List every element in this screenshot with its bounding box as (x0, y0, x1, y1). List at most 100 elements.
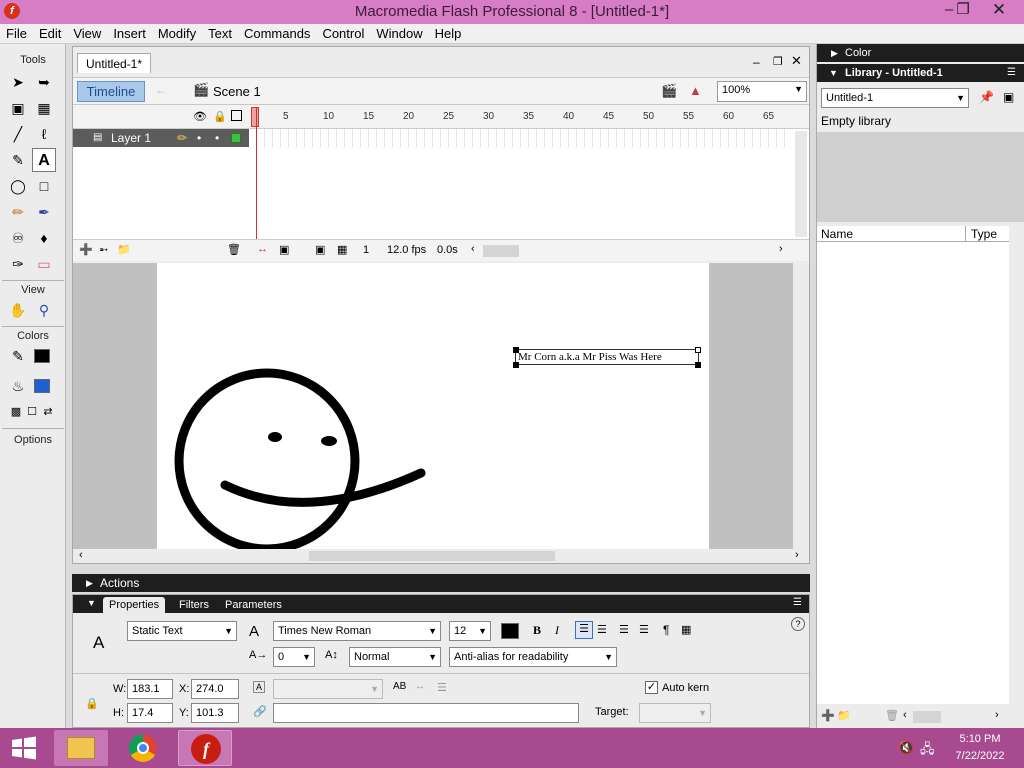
collapse-arrow-icon[interactable]: ▼ (87, 598, 96, 608)
new-library-icon[interactable]: ▣ (1003, 90, 1014, 104)
height-field[interactable]: 17.4 (127, 703, 173, 723)
free-transform-tool-icon[interactable]: ▣ (6, 96, 30, 120)
onion-skin-icon[interactable]: ▣ (279, 243, 289, 256)
url-link-field[interactable] (273, 703, 579, 723)
eraser-tool-icon[interactable]: ▭ (32, 252, 56, 276)
ink-bottle-tool-icon[interactable]: ♾ (6, 226, 30, 250)
eye-icon[interactable]: 👁 (193, 110, 207, 123)
doc-restore-icon[interactable]: ❐ (773, 55, 783, 68)
text-handle-br[interactable] (695, 362, 701, 368)
rectangle-tool-icon[interactable]: □ (32, 174, 56, 198)
align-left-button[interactable]: ☰ (575, 621, 593, 639)
menu-view[interactable]: View (67, 24, 107, 41)
smiley-drawing[interactable] (157, 263, 709, 549)
menu-window[interactable]: Window (370, 24, 428, 41)
lock-dot[interactable]: • (215, 129, 219, 147)
color-panel-bar[interactable]: ▶ Color (817, 44, 1024, 62)
tab-filters[interactable]: Filters (179, 597, 209, 613)
paint-bucket-tool-icon[interactable]: ♦ (32, 226, 56, 250)
timeline-hscroll-thumb[interactable] (483, 245, 519, 257)
layer-row[interactable]: ▤ Layer 1 ✏ • • (73, 129, 249, 147)
panel-options-icon[interactable]: ☰ (1007, 64, 1016, 82)
bold-button[interactable]: B (533, 623, 541, 638)
y-field[interactable]: 101.3 (191, 703, 239, 723)
font-select[interactable]: Times New Roman ▼ (273, 621, 441, 641)
add-folder-icon[interactable]: 📁 (117, 243, 131, 256)
library-list[interactable] (817, 242, 1009, 704)
stage-vscroll[interactable] (795, 263, 809, 549)
zoom-select[interactable]: 100% ▼ (717, 81, 807, 102)
menu-control[interactable]: Control (316, 24, 370, 41)
timeline-toggle-button[interactable]: Timeline (77, 81, 145, 102)
visibility-dot[interactable]: • (197, 129, 201, 147)
file-explorer-taskbar-button[interactable] (54, 730, 108, 766)
onion-outline-icon[interactable]: ▣ (315, 243, 325, 256)
tab-properties[interactable]: Properties (103, 597, 166, 613)
text-handle-bl[interactable] (513, 362, 519, 368)
gradient-transform-tool-icon[interactable]: ▦ (32, 96, 56, 120)
clock-date[interactable]: 7/22/2022 (944, 750, 1016, 762)
font-size-select[interactable]: 12 ▼ (449, 621, 491, 641)
doc-minimize-icon[interactable]: – (753, 55, 760, 69)
zoom-tool-icon[interactable]: ⚲ (32, 298, 56, 322)
fill-color-swatch[interactable] (34, 379, 50, 393)
scroll-right-icon[interactable]: › (995, 709, 999, 721)
add-guide-icon[interactable]: ➵ (99, 243, 108, 256)
scroll-right-icon[interactable]: › (779, 243, 783, 255)
swap-colors-icon[interactable]: ⇄ (36, 400, 60, 424)
selection-tool-icon[interactable]: ➤ (6, 70, 30, 94)
network-icon[interactable]: 🖧 (920, 740, 935, 762)
center-frame-icon[interactable]: ↔ (257, 243, 268, 255)
antialias-select[interactable]: Anti-alias for readability ▼ (449, 647, 617, 667)
brush-tool-icon[interactable]: ✒ (32, 200, 56, 224)
volume-icon[interactable]: 🔇 (898, 740, 914, 756)
subselection-tool-icon[interactable]: ➥ (32, 70, 56, 94)
stroke-color-swatch[interactable] (34, 349, 50, 363)
pin-library-icon[interactable]: 📌 (979, 90, 994, 104)
type-column-header[interactable]: Type (971, 227, 997, 241)
pencil-tool-icon[interactable]: ✏ (6, 200, 30, 224)
line-tool-icon[interactable]: ╱ (6, 122, 30, 146)
delete-layer-icon[interactable]: 🗑 (227, 243, 241, 256)
library-document-select[interactable]: Untitled-1 ▼ (821, 88, 969, 108)
scroll-left-icon[interactable]: ‹ (903, 709, 907, 721)
frame-rate[interactable]: 12.0 fps (387, 244, 426, 256)
library-hscroll-thumb[interactable] (913, 711, 941, 723)
justify-button[interactable]: ☰ (639, 623, 649, 636)
lock-icon[interactable]: 🔒 (213, 110, 227, 123)
outline-icon[interactable] (231, 110, 242, 121)
timeline-scrollbar[interactable] (795, 131, 807, 237)
flash-taskbar-button[interactable]: f (178, 730, 232, 766)
oval-tool-icon[interactable]: ◯ (6, 174, 30, 198)
start-button[interactable] (10, 736, 38, 760)
stage[interactable]: Mr Corn a.k.a Mr Piss Was Here (157, 263, 709, 549)
panel-options-icon[interactable]: ☰ (793, 597, 802, 608)
document-tab[interactable]: Untitled-1* (77, 53, 152, 73)
scroll-right-icon[interactable]: › (795, 549, 799, 561)
text-tool-icon[interactable]: A (32, 148, 56, 172)
width-field[interactable]: 183.1 (127, 679, 173, 699)
menu-edit[interactable]: Edit (33, 24, 67, 41)
outline-color-swatch[interactable] (231, 133, 241, 143)
align-center-button[interactable]: ☰ (597, 623, 607, 636)
edit-scene-icon[interactable]: 🎬 (661, 83, 677, 99)
restore-icon[interactable]: ❐ (948, 0, 978, 22)
list-icon[interactable]: ☰ (437, 681, 447, 694)
align-right-button[interactable]: ☰ (619, 623, 629, 636)
frame-row[interactable] (249, 129, 789, 147)
actions-panel-bar[interactable]: ▶ Actions (72, 574, 810, 592)
doc-close-icon[interactable]: ✕ (791, 53, 802, 69)
selectable-icon[interactable]: A (253, 681, 265, 693)
edit-multiple-icon[interactable]: ▦ (337, 243, 347, 256)
menu-text[interactable]: Text (202, 24, 238, 41)
edit-symbols-icon[interactable]: ▲ (689, 83, 702, 98)
char-position-select[interactable]: Normal ▼ (349, 647, 441, 667)
menu-insert[interactable]: Insert (107, 24, 152, 41)
border-icon[interactable]: ↔ (415, 681, 425, 692)
eyedropper-tool-icon[interactable]: ✑ (6, 252, 30, 276)
scroll-left-icon[interactable]: ‹ (79, 549, 83, 561)
add-layer-icon[interactable]: ➕ (79, 243, 93, 256)
clock-time[interactable]: 5:10 PM (944, 733, 1016, 745)
pen-tool-icon[interactable]: ✎ (6, 148, 30, 172)
auto-kern-checkbox[interactable]: ✓ (645, 681, 658, 694)
